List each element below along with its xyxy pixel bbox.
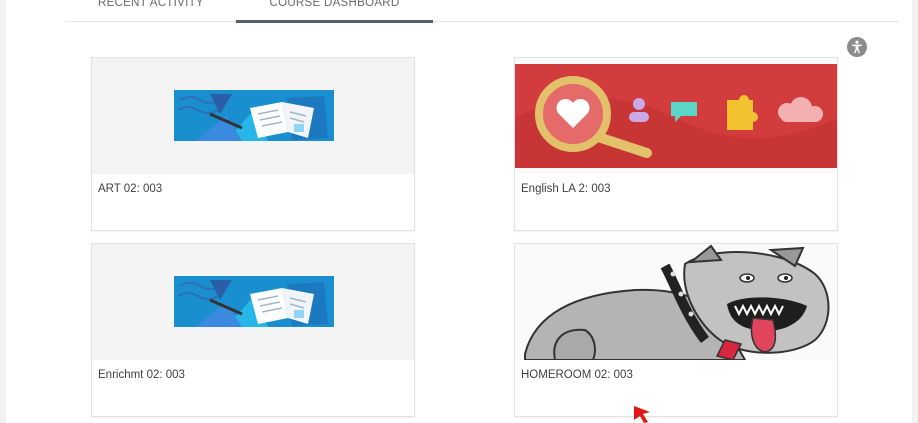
accessibility-button[interactable] <box>847 37 867 57</box>
course-card-homeroom[interactable]: HOMEROOM 02: 003 <box>514 243 838 417</box>
course-card-image <box>515 244 837 360</box>
tab-bar: RECENT ACTIVITY COURSE DASHBOARD <box>66 0 898 23</box>
course-card-english[interactable]: English LA 2: 003 <box>514 57 838 231</box>
course-title: English LA 2: 003 <box>521 183 611 195</box>
course-title: ART 02: 003 <box>98 183 163 195</box>
course-card-image <box>92 58 414 174</box>
art-book-banner <box>174 90 334 141</box>
course-card-art[interactable]: ART 02: 003 <box>91 57 415 231</box>
course-title: HOMEROOM 02: 003 <box>521 369 633 381</box>
course-card-image <box>92 244 414 360</box>
tab-recent-activity[interactable]: RECENT ACTIVITY <box>98 0 208 15</box>
accessibility-icon <box>852 40 862 54</box>
course-card-enrichment[interactable]: Enrichmt 02: 003 <box>91 243 415 417</box>
course-title: Enrichmt 02: 003 <box>98 369 185 381</box>
heart-magnifier-banner <box>515 64 837 168</box>
bulldog-mascot <box>515 244 837 360</box>
mouse-pointer-icon <box>634 406 650 423</box>
tab-course-dashboard[interactable]: COURSE DASHBOARD <box>236 0 433 23</box>
art-book-banner <box>174 276 334 327</box>
course-card-image <box>515 58 837 174</box>
